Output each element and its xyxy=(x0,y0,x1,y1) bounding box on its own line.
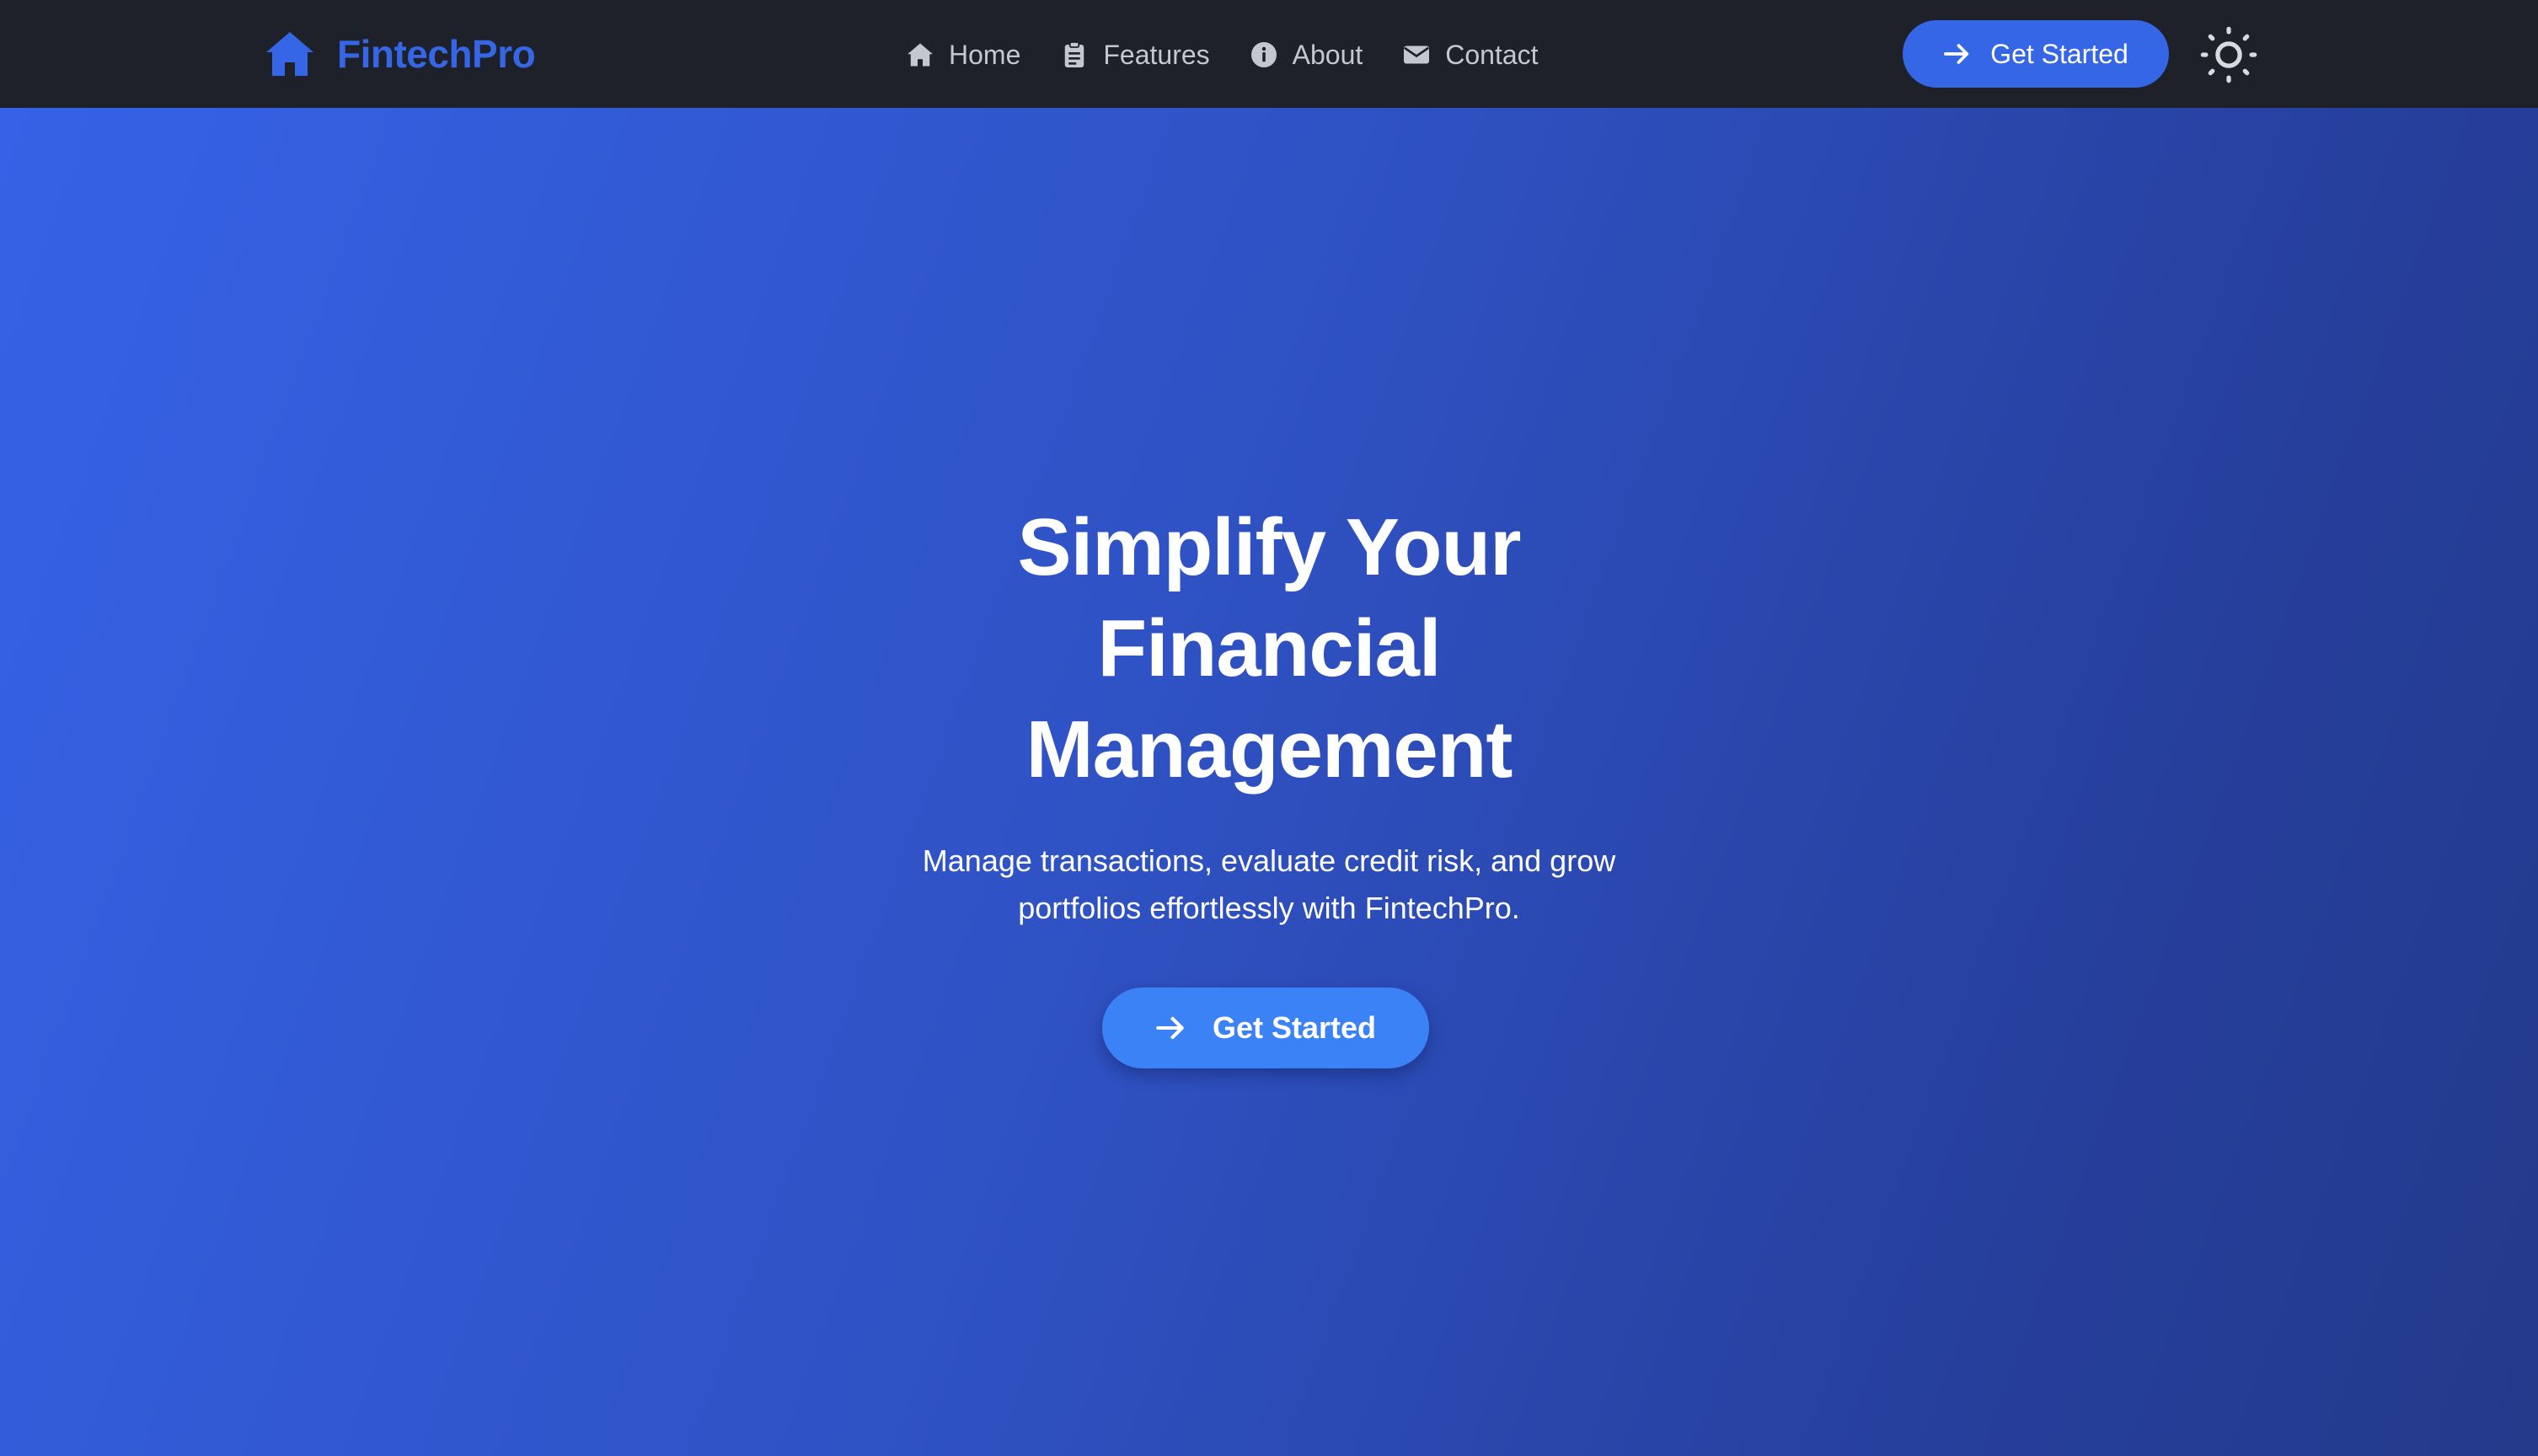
hero-title: Simplify Your Financial Management xyxy=(848,497,1690,800)
main-nav: Home Features About Contact xyxy=(905,34,1577,76)
envelope-icon xyxy=(1401,40,1432,70)
home-icon xyxy=(905,40,935,70)
nav-get-started-label: Get Started xyxy=(1990,38,2128,69)
nav-link-contact[interactable]: Contact xyxy=(1401,39,1539,71)
nav-link-home[interactable]: Home xyxy=(905,40,1020,71)
theme-toggle-button[interactable] xyxy=(2199,25,2258,84)
hero-get-started-label: Get Started xyxy=(1212,1010,1377,1045)
sun-icon xyxy=(2199,25,2258,84)
hero-title-line: Management xyxy=(1025,704,1513,795)
nav-link-label: Contact xyxy=(1445,39,1539,70)
nav-link-features[interactable]: Features xyxy=(1059,39,1210,71)
arrow-right-icon xyxy=(1943,41,1972,67)
hero-get-started-button[interactable]: Get Started xyxy=(1102,988,1429,1068)
home-icon xyxy=(265,30,315,78)
nav-get-started-button[interactable]: Get Started xyxy=(1903,20,2169,88)
hero-title-line: Simplify Your xyxy=(1017,502,1522,592)
brand-name: FintechPro xyxy=(337,32,536,76)
hero-section: Simplify Your Financial Management Manag… xyxy=(0,108,2538,1456)
brand-logo-link[interactable]: FintechPro xyxy=(265,30,536,78)
hero-subtitle: Manage transactions, evaluate credit ris… xyxy=(848,838,1690,932)
hero-title-line: Financial xyxy=(1097,603,1441,693)
hero-subtitle-line: Manage transactions, evaluate credit ris… xyxy=(922,843,1616,878)
info-circle-icon xyxy=(1249,40,1279,70)
nav-link-label: About xyxy=(1292,39,1363,70)
nav-link-label: Home xyxy=(949,39,1021,70)
nav-link-about[interactable]: About xyxy=(1249,40,1363,71)
nav-link-label: Features xyxy=(1103,39,1210,70)
clipboard-icon xyxy=(1059,40,1090,70)
hero-subtitle-line: portfolios effortlessly with FintechPro. xyxy=(1018,891,1520,925)
top-navbar: FintechPro Home Features About Contact G… xyxy=(0,0,2538,108)
arrow-right-icon xyxy=(1155,1014,1187,1042)
